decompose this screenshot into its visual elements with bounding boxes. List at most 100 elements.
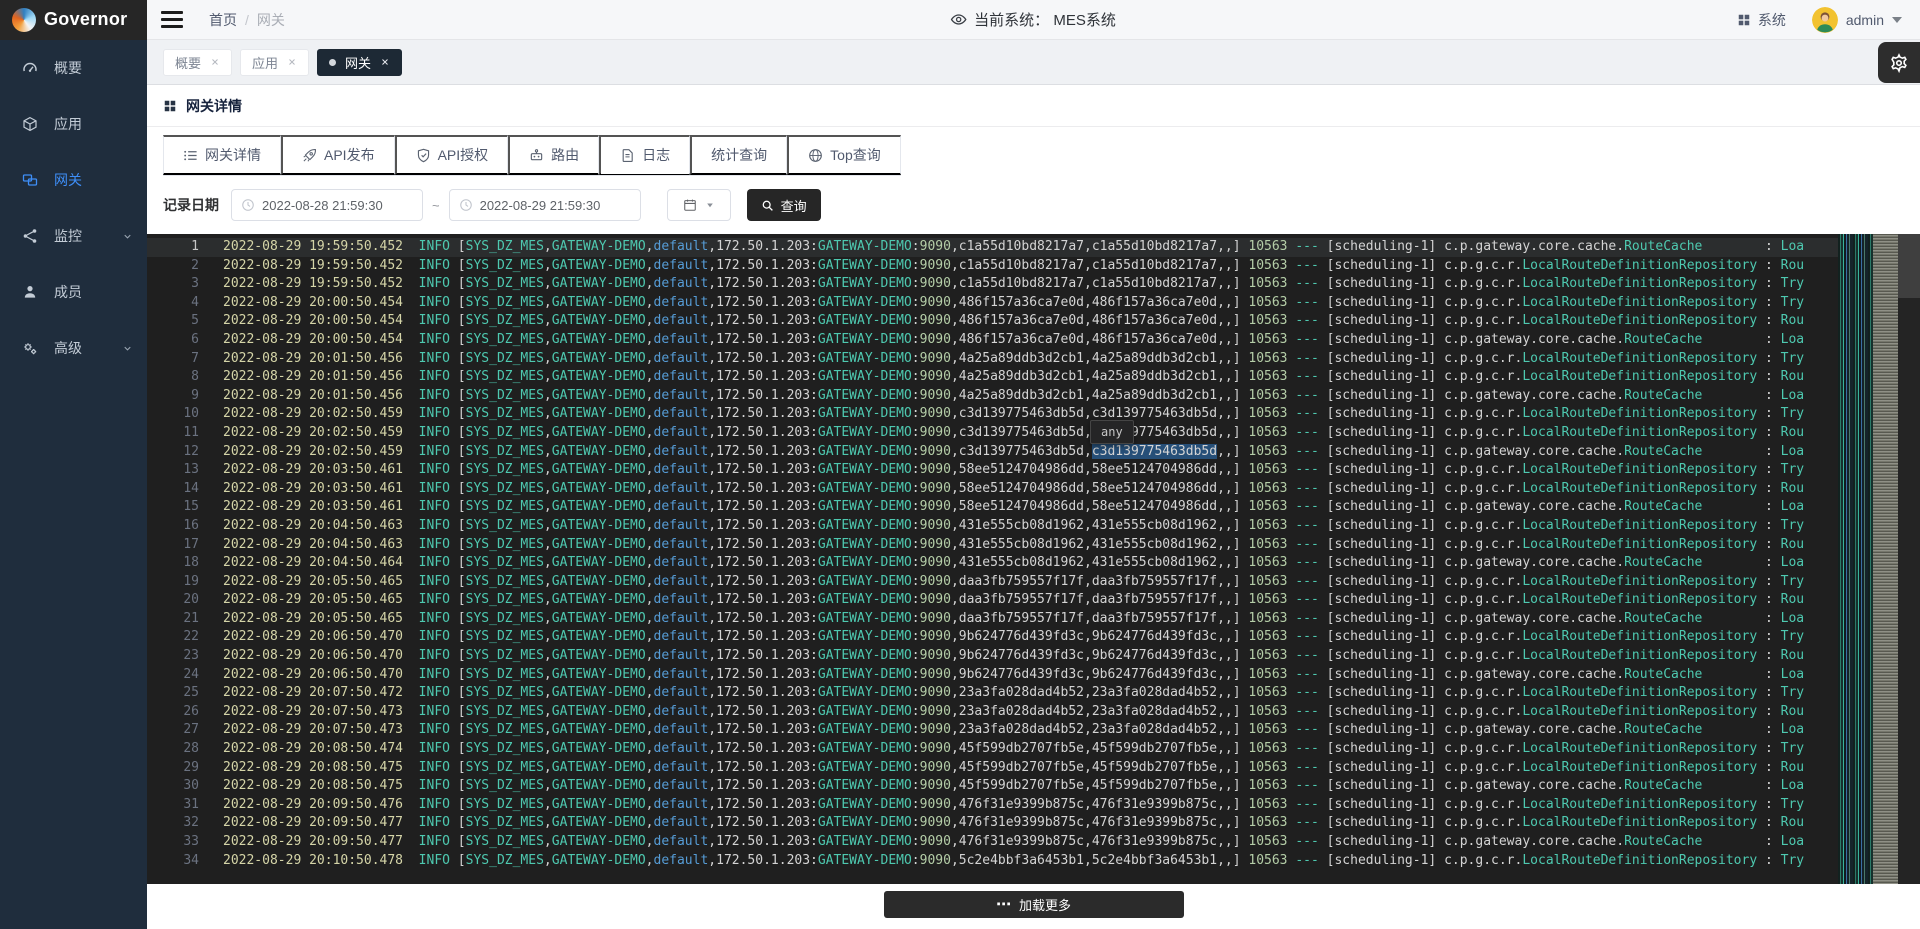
log-line[interactable]: 212022-08-29 20:05:50.465 INFO [SYS_DZ_M… [147,610,1920,629]
start-date-input[interactable] [231,189,423,221]
main-content: 网关详情 网关详情 API发布 API授权路由 日志 统计查询 Top查询 记录日期 ~ … [147,85,1920,929]
log-line[interactable]: 152022-08-29 20:03:50.461 INFO [SYS_DZ_M… [147,498,1920,517]
cube-icon [22,116,38,132]
close-icon[interactable] [287,57,297,67]
log-line[interactable]: 42022-08-29 20:00:50.454 INFO [SYS_DZ_ME… [147,294,1920,313]
breadcrumb-home[interactable]: 首页 [209,10,237,30]
log-line[interactable]: 82022-08-29 20:01:50.456 INFO [SYS_DZ_ME… [147,368,1920,387]
log-line[interactable]: 22022-08-29 19:59:50.452 INFO [SYS_DZ_ME… [147,257,1920,276]
minimap[interactable] [1838,234,1898,884]
query-button-label: 查询 [781,196,807,215]
log-line[interactable]: 252022-08-29 20:07:50.472 INFO [SYS_DZ_M… [147,684,1920,703]
navbar-right: 系统 admin [1737,7,1920,33]
sidebar-item-label: 成员 [54,282,82,302]
brand-name: Governor [44,9,127,30]
log-line[interactable]: 192022-08-29 20:05:50.465 INFO [SYS_DZ_M… [147,573,1920,592]
user-menu[interactable]: admin [1812,7,1902,33]
tab-label: 统计查询 [711,145,767,165]
search-icon [761,199,774,212]
tab-网关详情[interactable]: 网关详情 [163,135,281,175]
log-line[interactable]: 102022-08-29 20:02:50.459 INFO [SYS_DZ_M… [147,405,1920,424]
open-tab-label: 网关 [345,53,371,72]
log-line[interactable]: 282022-08-29 20:08:50.474 INFO [SYS_DZ_M… [147,740,1920,759]
menu-collapse-button[interactable] [161,9,187,31]
log-line[interactable]: 302022-08-29 20:08:50.475 INFO [SYS_DZ_M… [147,777,1920,796]
log-viewer: 12022-08-29 19:59:50.452 INFO [SYS_DZ_ME… [147,234,1920,884]
log-line[interactable]: 52022-08-29 20:00:50.454 INFO [SYS_DZ_ME… [147,312,1920,331]
tab-Top查询[interactable]: Top查询 [787,135,901,175]
log-line[interactable]: 162022-08-29 20:04:50.463 INFO [SYS_DZ_M… [147,517,1920,536]
load-more-button[interactable]: ⋯ 加载更多 [884,891,1184,918]
sidebar-item-gears[interactable]: 高级 [0,320,147,376]
tabs-settings-button[interactable] [1878,42,1920,83]
log-line[interactable]: 72022-08-29 20:01:50.456 INFO [SYS_DZ_ME… [147,350,1920,369]
calendar-icon [683,198,697,212]
load-more-label: 加载更多 [1019,895,1071,914]
open-tab-概要[interactable]: 概要 [163,49,232,76]
log-line[interactable]: 332022-08-29 20:09:50.477 INFO [SYS_DZ_M… [147,833,1920,852]
log-line[interactable]: 262022-08-29 20:07:50.473 INFO [SYS_DZ_M… [147,703,1920,722]
scrollbar-thumb[interactable] [1898,234,1920,298]
sidebar-item-user[interactable]: 成员 [0,264,147,320]
breadcrumb: 首页 / 网关 [209,10,285,30]
tab-label: Top查询 [830,145,881,165]
tab-统计查询[interactable]: 统计查询 [690,135,787,175]
page-header: 网关详情 [147,85,1920,127]
open-tab-网关[interactable]: 网关 [317,49,402,76]
current-system-label: 当前系统： MES系统 [974,9,1116,30]
gateway-icon [22,172,38,188]
sidebar-item-share[interactable]: 监控 [0,208,147,264]
avatar [1812,7,1838,33]
log-line[interactable]: 62022-08-29 20:00:50.454 INFO [SYS_DZ_ME… [147,331,1920,350]
sidebar: 概要应用网关监控成员高级 [0,40,147,929]
tab-日志[interactable]: 日志 [599,135,690,175]
log-line[interactable]: 292022-08-29 20:08:50.475 INFO [SYS_DZ_M… [147,759,1920,778]
log-line[interactable]: 312022-08-29 20:09:50.476 INFO [SYS_DZ_M… [147,796,1920,815]
log-line[interactable]: 242022-08-29 20:06:50.470 INFO [SYS_DZ_M… [147,666,1920,685]
log-line[interactable]: 32022-08-29 19:59:50.452 INFO [SYS_DZ_ME… [147,275,1920,294]
log-line[interactable]: 12022-08-29 19:59:50.452 INFO [SYS_DZ_ME… [147,238,1920,257]
sidebar-item-label: 概要 [54,58,82,78]
log-line[interactable]: 232022-08-29 20:06:50.470 INFO [SYS_DZ_M… [147,647,1920,666]
log-line[interactable]: 182022-08-29 20:04:50.464 INFO [SYS_DZ_M… [147,554,1920,573]
sidebar-item-cube[interactable]: 应用 [0,96,147,152]
log-line[interactable]: 112022-08-29 20:02:50.459 INFO [SYS_DZ_M… [147,424,1920,443]
close-icon[interactable] [210,57,220,67]
log-line[interactable]: 142022-08-29 20:03:50.461 INFO [SYS_DZ_M… [147,480,1920,499]
log-scrollbar[interactable] [1898,234,1920,884]
chevron-down-icon [1892,17,1902,23]
tab-路由[interactable]: 路由 [508,135,599,175]
log-line[interactable]: 202022-08-29 20:05:50.465 INFO [SYS_DZ_M… [147,591,1920,610]
brand: Governor [0,0,147,40]
log-line[interactable]: 272022-08-29 20:07:50.473 INFO [SYS_DZ_M… [147,721,1920,740]
share-icon [22,228,38,244]
app: { "topbar": { "brand": "Governor", "brea… [0,0,1920,929]
log-line[interactable]: 92022-08-29 20:01:50.456 INFO [SYS_DZ_ME… [147,387,1920,406]
sidebar-item-gauge[interactable]: 概要 [0,40,147,96]
log-line[interactable]: 172022-08-29 20:04:50.463 INFO [SYS_DZ_M… [147,536,1920,555]
list-icon [183,148,198,163]
caret-down-icon [705,200,715,210]
tab-API授权[interactable]: API授权 [395,135,509,175]
log-line[interactable]: 222022-08-29 20:06:50.470 INFO [SYS_DZ_M… [147,628,1920,647]
open-tab-应用[interactable]: 应用 [240,49,309,76]
log-line[interactable]: 322022-08-29 20:09:50.477 INFO [SYS_DZ_M… [147,814,1920,833]
close-icon[interactable] [380,57,390,67]
date-shortcut-button[interactable] [667,189,731,221]
log-line[interactable]: 342022-08-29 20:10:50.478 INFO [SYS_DZ_M… [147,852,1920,871]
file-icon [620,148,635,163]
chevron-down-icon [122,343,133,354]
sidebar-item-gateway[interactable]: 网关 [0,152,147,208]
filter-bar: 记录日期 ~ 查询 [163,189,1904,221]
log-line[interactable]: 132022-08-29 20:03:50.461 INFO [SYS_DZ_M… [147,461,1920,480]
tab-label: API发布 [324,145,375,165]
system-menu-label: 系统 [1758,10,1786,30]
open-tab-label: 概要 [175,53,201,72]
username: admin [1846,12,1884,28]
tab-label: 日志 [642,145,670,165]
end-date-input[interactable] [449,189,641,221]
system-menu[interactable]: 系统 [1737,10,1786,30]
tab-API发布[interactable]: API发布 [281,135,395,175]
log-line[interactable]: 122022-08-29 20:02:50.459 INFO [SYS_DZ_M… [147,443,1920,462]
query-button[interactable]: 查询 [747,189,821,221]
